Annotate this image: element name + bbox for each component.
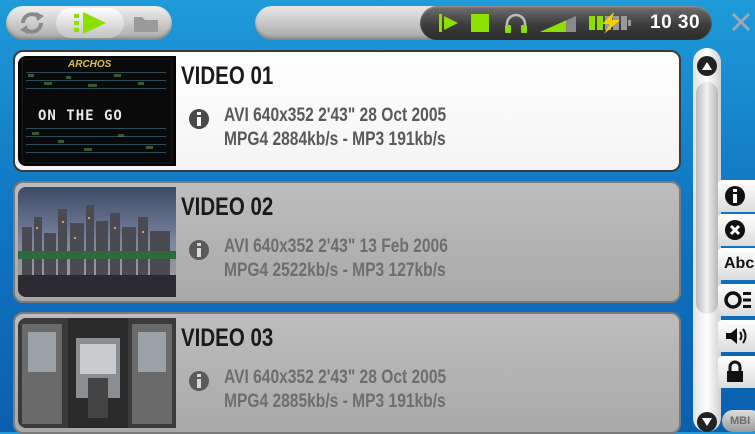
- thumbnail-image: [18, 187, 176, 297]
- lock-icon: [727, 360, 743, 382]
- stop-indicator: [470, 6, 490, 40]
- headphones-indicator: [504, 6, 528, 40]
- video-thumbnail: [18, 318, 176, 428]
- menu-sound-button[interactable]: [718, 320, 755, 352]
- options-icon: [724, 291, 751, 309]
- repeat-button[interactable]: [12, 8, 52, 38]
- stop-icon: [471, 14, 489, 32]
- scroll-down-button[interactable]: [697, 412, 717, 432]
- mode-toolbar: [6, 6, 172, 40]
- video-list-item-3[interactable]: VIDEO 03 AVI 640x352 2'43" 28 Oct 2005 M…: [13, 312, 681, 434]
- video-format-info: AVI 640x352 2'43" 28 Oct 2005: [224, 105, 447, 126]
- close-icon[interactable]: [727, 8, 755, 36]
- info-icon: [189, 240, 209, 260]
- menu-rename-button[interactable]: Abc: [718, 248, 755, 280]
- thumbnail-caption: ON THE GO: [38, 108, 123, 124]
- volume-indicator: [538, 6, 578, 40]
- video-format-info: AVI 640x352 2'43" 13 Feb 2006: [224, 236, 448, 257]
- scroll-up-button[interactable]: [697, 56, 717, 76]
- rename-icon: Abc: [724, 255, 755, 272]
- play-icon: [439, 14, 458, 32]
- video-codec-info: MPG4 2884kb/s - MP3 191kb/s: [224, 129, 446, 150]
- delete-icon: [725, 220, 745, 240]
- play-state-indicator: [438, 6, 460, 40]
- info-icon: [189, 109, 209, 129]
- info-icon: [725, 186, 745, 206]
- menu-info-button[interactable]: [718, 180, 755, 212]
- arrow-down-icon: [702, 418, 712, 426]
- video-thumbnail: ARCHOS ON THE GO: [18, 56, 176, 166]
- video-format-info: AVI 640x352 2'43" 28 Oct 2005: [224, 367, 447, 388]
- video-codec-info: MPG4 2522kb/s - MP3 127kb/s: [224, 260, 446, 281]
- folder-button[interactable]: [126, 8, 166, 38]
- battery-charging-icon: [589, 12, 631, 34]
- play-queue-icon: [74, 12, 106, 34]
- arrow-up-icon: [702, 62, 712, 70]
- status-bar: 10 30: [420, 6, 712, 40]
- info-icon: [189, 371, 209, 391]
- video-list-item-1[interactable]: ARCHOS ON THE GO VIDEO 01 AVI 640x352 2'…: [13, 50, 681, 172]
- clock-time: 10 30: [650, 12, 701, 33]
- video-thumbnail: [18, 187, 176, 297]
- video-title: VIDEO 01: [181, 62, 274, 90]
- folder-icon: [134, 17, 158, 32]
- thumbnail-brand: ARCHOS: [68, 59, 112, 70]
- video-codec-info: MPG4 2885kb/s - MP3 191kb/s: [224, 391, 446, 412]
- video-title: VIDEO 03: [181, 324, 274, 352]
- volume-bar-icon: [540, 16, 576, 32]
- play-queue-button[interactable]: [56, 8, 124, 38]
- bottom-tab[interactable]: MBI: [722, 410, 755, 432]
- top-bar: 10 30: [0, 0, 755, 44]
- video-title: VIDEO 02: [181, 193, 274, 221]
- thumbnail-image: [18, 318, 176, 428]
- battery-indicator: [588, 6, 636, 40]
- menu-lock-button[interactable]: [718, 356, 755, 388]
- menu-options-button[interactable]: [718, 284, 755, 316]
- video-list-item-2[interactable]: VIDEO 02 AVI 640x352 2'43" 13 Feb 2006 M…: [13, 181, 681, 303]
- scrollbar-thumb[interactable]: [696, 82, 718, 314]
- sound-icon: [726, 328, 747, 344]
- headphones-icon: [505, 13, 527, 33]
- repeat-icon: [20, 12, 44, 34]
- menu-delete-button[interactable]: [718, 214, 755, 246]
